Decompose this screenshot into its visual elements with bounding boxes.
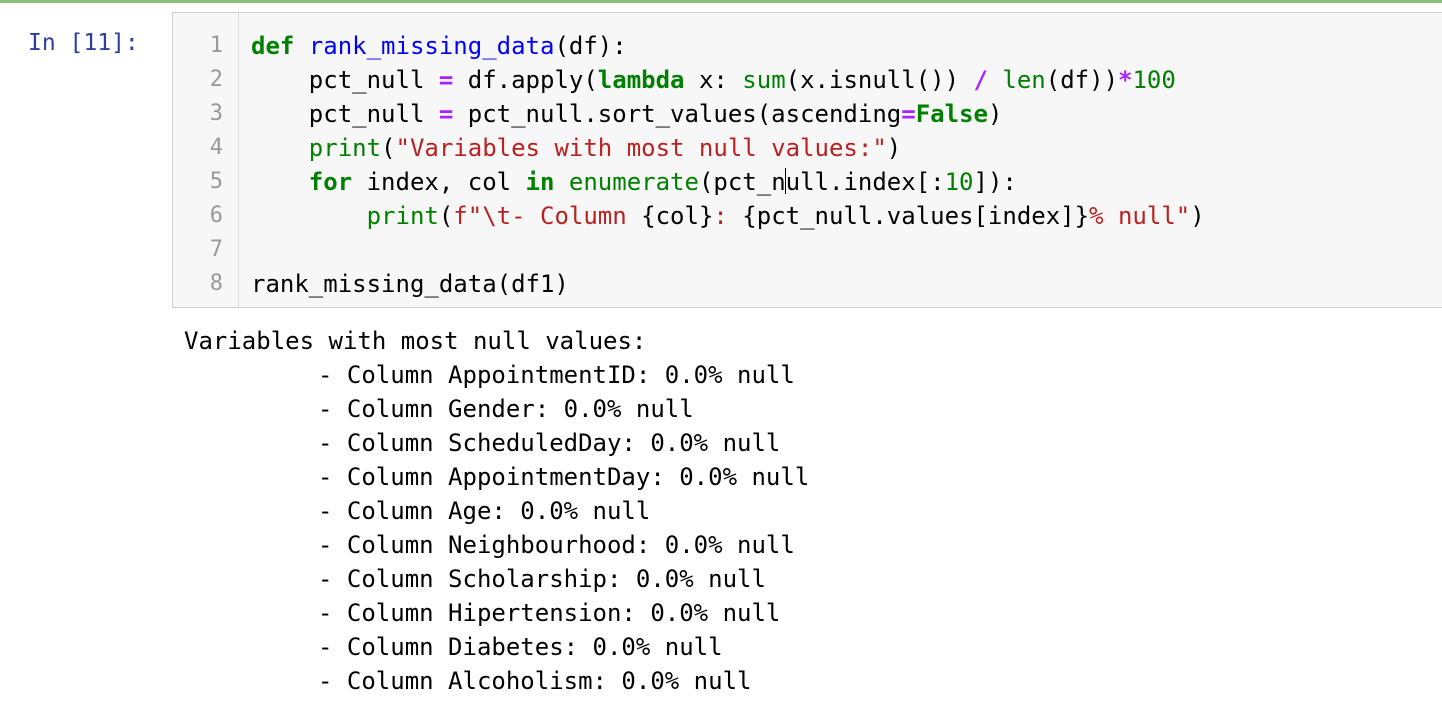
code-text: index, col (352, 168, 526, 196)
code-line-8[interactable]: rank_missing_data(df1) (251, 267, 569, 301)
code-text: ) (1190, 202, 1205, 230)
line-number: 8 (209, 271, 223, 296)
output-line: - Column ScheduledDay: 0.0% null (318, 429, 781, 457)
line-number: 2 (209, 67, 223, 92)
code-text: (x.isnull()) (785, 66, 974, 94)
code-line-5[interactable]: for index, col in enumerate(pct_null.ind… (251, 165, 1017, 199)
fstring-literal: % null" (1089, 202, 1191, 230)
code-text: ( (381, 134, 396, 162)
output-line: - Column Gender: 0.0% null (318, 395, 694, 423)
fstring-literal: : (713, 202, 743, 230)
code-text: ull.index[: (785, 168, 945, 196)
line-number: 3 (209, 101, 223, 126)
code-text: (df)) (1045, 66, 1119, 94)
builtin-sum: sum (742, 66, 786, 94)
output-line: - Column AppointmentDay: 0.0% null (318, 463, 810, 491)
code-text: ) (987, 100, 1003, 128)
keyword-for: for (308, 168, 353, 196)
code-text: x: (684, 66, 743, 94)
line-number-gutter: 1 2 3 4 5 6 7 8 (173, 13, 239, 307)
cell-selected-indicator (0, 0, 1442, 3)
operator: = (438, 100, 454, 128)
code-text: pct_null.sort_values(ascending (453, 100, 902, 128)
builtin-print: print (366, 202, 439, 230)
line-number: 7 (209, 237, 223, 262)
output-line: - Column Scholarship: 0.0% null (318, 565, 766, 593)
output-line: - Column Hipertension: 0.0% null (318, 599, 781, 627)
code-text: ( (438, 202, 454, 230)
operator: * (1118, 66, 1133, 94)
line-number: 6 (209, 203, 223, 228)
keyword-in: in (525, 168, 555, 196)
code-text: pct_null (308, 100, 439, 128)
keyword-lambda: lambda (597, 66, 685, 94)
line-number: 1 (209, 33, 223, 58)
code-text: (pct_n (698, 168, 786, 196)
output-line: - Column Neighbourhood: 0.0% null (318, 531, 795, 559)
code-text: df.apply( (453, 66, 598, 94)
output-line: - Column AppointmentID: 0.0% null (318, 361, 795, 389)
code-line-3[interactable]: pct_null = pct_null.sort_values(ascendin… (251, 97, 1003, 131)
code-line-6[interactable]: print(f"\t- Column {col}: {pct_null.valu… (251, 199, 1205, 233)
code-text: pct_null (308, 66, 439, 94)
code-text: ]): (973, 168, 1017, 196)
code-line-1[interactable]: def rank_missing_data(df): (251, 29, 627, 63)
builtin-enumerate: enumerate (568, 168, 699, 196)
code-cell-input[interactable]: 1 2 3 4 5 6 7 8 def rank_missing_data(df… (172, 12, 1442, 308)
builtin-len: len (1002, 66, 1046, 94)
fstring-interpolation: {col} (641, 202, 714, 230)
function-name: rank_missing_data (308, 32, 555, 60)
operator: = (438, 66, 454, 94)
number-literal: 10 (944, 168, 974, 196)
operator: = (901, 100, 916, 128)
line-number: 4 (209, 135, 223, 160)
builtin-print: print (308, 134, 382, 162)
line-number: 5 (209, 169, 223, 194)
keyword-false: False (915, 100, 988, 128)
operator: / (973, 66, 988, 94)
code-line-4[interactable]: print("Variables with most null values:"… (251, 131, 901, 165)
number-literal: 100 (1132, 66, 1176, 94)
code-line-2[interactable]: pct_null = df.apply(lambda x: sum(x.isnu… (251, 63, 1176, 97)
code-text: (df): (554, 32, 627, 60)
output-header: Variables with most null values: (184, 327, 647, 355)
code-text: ) (886, 134, 902, 162)
input-prompt: In [11]: (28, 30, 139, 56)
fstring-interpolation: {pct_null.values[index]} (742, 202, 1090, 230)
string-literal: "Variables with most null values:" (395, 134, 887, 162)
keyword-def: def (251, 32, 295, 60)
output-line: - Column Age: 0.0% null (318, 497, 651, 525)
fstring-literal: f"\t- Column (453, 202, 642, 230)
output-line: - Column Alcoholism: 0.0% null (318, 667, 752, 695)
output-line: - Column Diabetes: 0.0% null (318, 633, 723, 661)
